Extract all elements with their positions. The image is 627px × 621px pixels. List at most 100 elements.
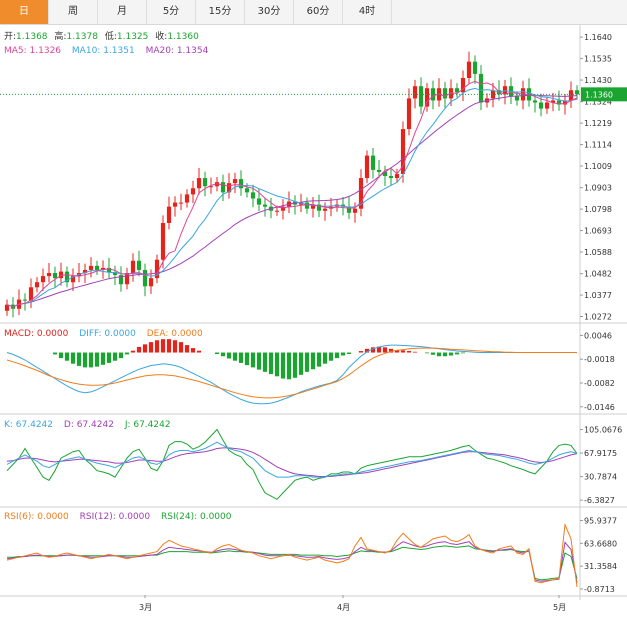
candle-body [202,178,208,187]
candle-body [178,202,184,204]
ohlc-legend: 开:1.1368 高:1.1378 低:1.1325 收:1.1360 [4,30,199,42]
ma-legend: MA5: 1.1326 MA10: 1.1351 MA20: 1.1354 [4,46,209,56]
macd-bar [280,352,286,379]
tab-6[interactable]: 60分 [294,0,343,24]
macd-bar [328,352,334,361]
tab-2[interactable]: 月 [98,0,147,24]
macd-bar [322,352,328,364]
candle-body [412,86,418,99]
price-tick-label: 1.1009 [584,162,612,171]
price-tick-label: 1.0588 [584,248,612,257]
macd-bar [58,352,64,359]
price-tick-label: 1.1535 [584,55,612,64]
candle-body [52,273,58,279]
candle-body [34,282,40,288]
tab-3[interactable]: 5分 [147,0,196,24]
tab-5[interactable]: 30分 [245,0,294,24]
macd-bar [256,352,262,370]
macd-bar [250,352,256,368]
macd-bar [124,352,130,355]
macd-bar [436,352,442,357]
rsi-legend: RSI(6): 0.0000 RSI(12): 0.0000 RSI(24): … [4,512,232,522]
macd-bar [340,352,346,356]
macd-bar [178,342,184,353]
macd-bar [304,352,310,372]
rsi-tick-label: 63.6680 [584,539,617,548]
candle-body [364,155,370,179]
candle-body [388,176,394,179]
tab-1[interactable]: 周 [49,0,98,24]
macd-bar [70,352,76,364]
kdj-j-line [6,428,578,500]
candle-body [160,222,166,260]
macd-bar [118,352,124,359]
kdj-panel [6,428,578,500]
macd-bar [310,352,316,370]
macd-tick-label: -0.0082 [584,379,615,388]
price-tick-label: 1.0903 [584,184,612,193]
candle-body [244,188,250,193]
macd-bar [238,352,244,363]
macd-bar [100,352,106,365]
macd-bar [82,352,88,368]
macd-bar [184,345,190,353]
candle-body [466,61,472,79]
macd-bar [76,352,82,366]
macd-bar [196,350,202,353]
candle-body [532,100,538,103]
macd-panel [6,339,577,405]
price-tick-label: 1.0272 [584,313,612,322]
candle-body [196,178,202,189]
candle-body [94,265,100,270]
macd-bar [190,348,196,353]
ma20-line [6,94,578,308]
candlestick-series [4,51,580,318]
candle-body [424,88,430,107]
price-tick-label: 1.1640 [584,33,612,42]
macd-bar [154,340,160,353]
kdj-tick-label: 105.0676 [584,425,622,434]
tab-4[interactable]: 15分 [196,0,245,24]
candle-body [418,86,424,107]
macd-bar [172,340,178,353]
tab-7[interactable]: 4时 [343,0,392,24]
candle-body [514,96,520,101]
candle-body [220,182,226,193]
candle-body [232,179,238,184]
ma10-line [6,87,578,308]
candle-body [142,269,148,287]
macd-bar [94,352,100,367]
tab-0[interactable]: 日 [0,0,49,24]
candle-body [574,90,580,95]
macd-bar [232,352,238,361]
candle-body [274,210,280,212]
kdj-legend: K: 67.4242 D: 67.4242 J: 67.4242 [4,420,171,430]
macd-bar [166,339,172,353]
candle-body [544,102,550,109]
macd-bar [52,352,58,355]
macd-bar [220,352,226,357]
macd-bar [262,352,268,372]
price-tick-label: 1.1114 [584,141,612,150]
macd-bar [334,352,340,359]
kdj-tick-label: 30.7874 [584,473,617,482]
candle-body [478,73,484,103]
x-tick-label: 4月 [337,603,350,612]
candle-body [370,155,376,170]
kdj-tick-label: 67.9175 [584,449,617,458]
macd-bar [406,351,412,353]
price-tick-label: 1.0482 [584,270,612,279]
candle-body [46,273,52,277]
macd-bar [412,351,418,353]
candle-body [106,267,112,272]
macd-bar [286,352,292,380]
candle-body [130,260,136,274]
candle-body [136,260,142,270]
candle-body [22,299,28,301]
candle-body [472,61,478,74]
period-tabs: 日周月 5分 15分 30分 60分 4时 [0,0,627,25]
macd-bar [226,352,232,359]
macd-bar [400,350,406,353]
ma5-line [6,80,578,308]
candle-body [190,188,196,195]
